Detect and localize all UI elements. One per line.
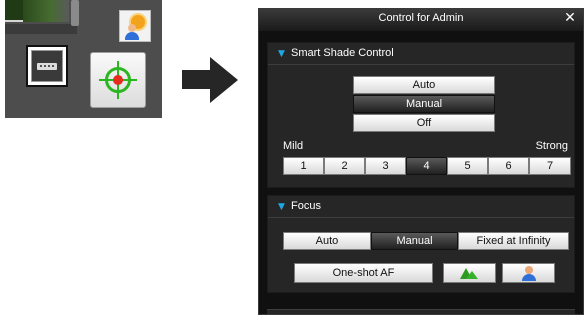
settings-button[interactable] bbox=[26, 45, 68, 87]
shade-mode-manual[interactable]: Manual bbox=[353, 95, 495, 113]
focus-far-button[interactable] bbox=[443, 263, 496, 283]
mountain-icon bbox=[460, 267, 478, 279]
level-min-label: Mild bbox=[283, 140, 304, 152]
smart-shade-title: Smart Shade Control bbox=[291, 47, 394, 59]
smart-shade-header[interactable]: ▼ Smart Shade Control bbox=[268, 43, 574, 65]
panel-title: Control for Admin bbox=[378, 12, 464, 24]
shade-level-3[interactable]: 3 bbox=[365, 157, 406, 175]
focus-mode-fixed-infinity[interactable]: Fixed at Infinity bbox=[458, 232, 569, 250]
scene-preview bbox=[5, 0, 69, 22]
collapse-arrow-icon: ▼ bbox=[278, 49, 285, 59]
control-panel: Control for Admin ✕ ▼ Smart Shade Contro… bbox=[258, 8, 584, 315]
shade-mode-auto[interactable]: Auto bbox=[353, 76, 495, 94]
collapse-arrow-icon: ▼ bbox=[278, 202, 285, 212]
person-icon bbox=[522, 266, 536, 281]
shade-level-1[interactable]: 1 bbox=[283, 157, 324, 175]
toolbar-strip bbox=[5, 24, 77, 34]
focus-title: Focus bbox=[291, 200, 321, 212]
title-bar: Control for Admin ✕ bbox=[259, 9, 583, 31]
focus-near-button[interactable] bbox=[502, 263, 555, 283]
settings-icon bbox=[31, 50, 63, 82]
shade-level-5[interactable]: 5 bbox=[447, 157, 488, 175]
shade-mode-off[interactable]: Off bbox=[353, 114, 495, 132]
focus-mode-auto[interactable]: Auto bbox=[283, 232, 371, 250]
shade-level-6[interactable]: 6 bbox=[488, 157, 529, 175]
autofocus-target-icon[interactable] bbox=[90, 52, 146, 108]
focus-header[interactable]: ▼ Focus bbox=[268, 196, 574, 218]
shade-level-4[interactable]: 4 bbox=[406, 157, 447, 175]
toolbar-crop bbox=[5, 0, 162, 118]
sunlight-person-icon[interactable] bbox=[119, 10, 151, 42]
close-icon[interactable]: ✕ bbox=[563, 11, 577, 25]
shade-level-2[interactable]: 2 bbox=[324, 157, 365, 175]
next-section-edge bbox=[267, 309, 575, 314]
focus-section: ▼ Focus Auto Manual Fixed at Infinity On… bbox=[267, 195, 575, 293]
shade-level-7[interactable]: 7 bbox=[529, 157, 571, 175]
smart-shade-section: ▼ Smart Shade Control Auto Manual Off Mi… bbox=[267, 42, 575, 188]
one-shot-af-button[interactable]: One-shot AF bbox=[294, 263, 433, 283]
level-max-label: Strong bbox=[535, 140, 568, 152]
scroll-handle[interactable] bbox=[71, 0, 79, 26]
focus-mode-manual[interactable]: Manual bbox=[371, 232, 458, 250]
